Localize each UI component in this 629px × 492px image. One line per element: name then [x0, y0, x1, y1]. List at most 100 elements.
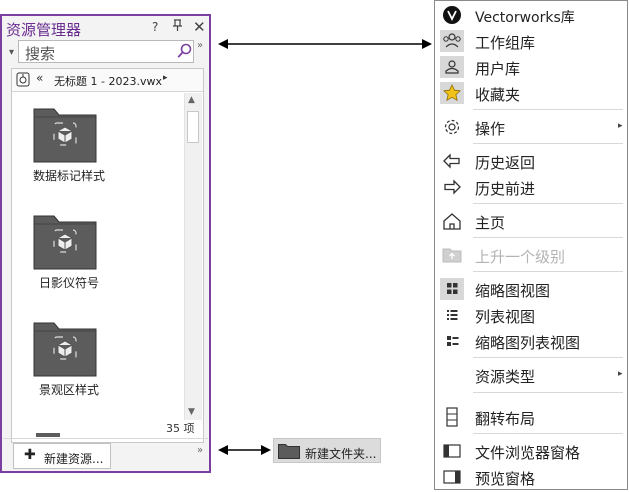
new-resource-label: 新建资源...: [44, 452, 104, 466]
menu-item-label: 操作: [475, 120, 506, 138]
scrollbar-thumb[interactable]: [187, 111, 199, 143]
menu-item-thumbnail-list-view[interactable]: 缩略图列表视图: [435, 328, 627, 354]
menu-separator: [473, 271, 623, 272]
file-name[interactable]: 无标题 1 - 2023.vwx: [54, 73, 162, 89]
palette-context-menu: Vectorworks库 工作组库 用户库 收藏夹 操作 ▸ 历史返回 历史前进…: [434, 0, 628, 490]
resource-folder-item[interactable]: 日影仪符号: [9, 202, 129, 302]
menu-item-user-library[interactable]: 用户库: [435, 54, 627, 80]
overflow-chevron-icon[interactable]: »: [197, 445, 203, 456]
scroll-up-icon[interactable]: ▲: [188, 95, 195, 105]
right-pane-icon: [440, 466, 464, 488]
resource-manager-palette: 资源管理器 ? ✕ ▾ 搜索 » « 无标题 1 - 2023.vwx ▸ 数据…: [0, 14, 211, 473]
gear-icon: [440, 116, 464, 138]
menu-item-list-view[interactable]: 列表视图: [435, 302, 627, 328]
menu-item-label: 列表视图: [475, 308, 536, 326]
menu-item-label: Vectorworks库: [475, 10, 575, 26]
vectorworks-logo-icon: [440, 4, 464, 26]
menu-separator: [473, 109, 623, 110]
new-folder-label: 新建文件夹...: [305, 447, 377, 461]
thumbnail-list-icon: [440, 330, 464, 352]
folder-icon: [33, 322, 97, 377]
home-icon: [440, 210, 464, 232]
resource-folder-label: 数据标记样式: [32, 169, 105, 183]
folder-icon-partial: [36, 433, 60, 437]
pin-button[interactable]: [173, 19, 182, 34]
new-folder-button[interactable]: 新建文件夹...: [273, 438, 381, 463]
double-arrow-icon: [218, 445, 271, 455]
menu-item-label: 翻转布局: [475, 410, 536, 428]
file-path-bar: « 无标题 1 - 2023.vwx ▸: [12, 69, 203, 92]
folder-icon: [33, 215, 97, 270]
palette-title: 资源管理器: [6, 21, 82, 39]
file-icon[interactable]: [16, 72, 30, 87]
arrow-right-icon: [440, 176, 464, 198]
menu-item-label: 上升一个级别: [475, 248, 566, 266]
search-placeholder: 搜索: [25, 45, 56, 63]
menu-item-file-browser-pane[interactable]: 文件浏览器窗格: [435, 438, 627, 464]
search-icon[interactable]: [177, 43, 192, 59]
menu-item-preview-pane[interactable]: 预览窗格: [435, 464, 627, 490]
thumbnail-grid-icon: [440, 278, 464, 300]
menu-item-label: 预览窗格: [475, 470, 536, 488]
new-resource-button[interactable]: ✚ 新建资源...: [13, 443, 111, 469]
caret-down-icon[interactable]: ▾: [9, 47, 14, 58]
user-icon: [440, 56, 464, 78]
menu-separator: [473, 392, 623, 393]
folder-up-icon: [440, 244, 464, 266]
arrow-left-icon: [440, 150, 464, 172]
resource-folder-item[interactable]: 数据标记样式: [9, 95, 129, 195]
flip-layout-icon: [440, 406, 464, 428]
resource-folder-item[interactable]: 景观区样式: [9, 309, 129, 409]
menu-item-label: 历史返回: [475, 154, 536, 172]
menu-item-label: 收藏夹: [475, 86, 521, 104]
item-count: 35 项: [166, 422, 195, 435]
search-field[interactable]: 搜索: [18, 40, 194, 63]
menu-item-home[interactable]: 主页: [435, 208, 627, 234]
menu-item-resource-type[interactable]: 资源类型 ▸: [435, 362, 627, 388]
menu-separator: [473, 433, 623, 434]
back-arrow-icon[interactable]: «: [36, 71, 43, 85]
workgroup-icon: [440, 30, 464, 52]
menu-separator: [473, 203, 623, 204]
divider: [3, 438, 208, 439]
menu-separator: [473, 143, 623, 144]
overflow-chevron-icon[interactable]: »: [197, 40, 203, 51]
menu-item-label: 缩略图视图: [475, 282, 551, 300]
menu-item-workgroup-library[interactable]: 工作组库: [435, 28, 627, 54]
folder-icon: [278, 444, 300, 459]
list-icon: [440, 304, 464, 326]
scroll-down-icon[interactable]: ▼: [188, 407, 195, 417]
menu-item-label: 历史前进: [475, 180, 536, 198]
resource-folder-label: 景观区样式: [38, 383, 99, 397]
menu-separator: [473, 357, 623, 358]
menu-item-label: 资源类型: [475, 368, 536, 386]
menu-item-label: 工作组库: [475, 34, 536, 52]
menu-separator: [473, 237, 623, 238]
menu-item-label: 主页: [475, 214, 506, 232]
left-pane-icon: [440, 440, 464, 462]
menu-item-history-back[interactable]: 历史返回: [435, 148, 627, 174]
double-arrow-icon: [218, 39, 432, 49]
menu-item-flip-layout[interactable]: 翻转布局: [435, 404, 627, 430]
forward-arrow-icon[interactable]: ▸: [163, 73, 168, 83]
help-button[interactable]: ?: [152, 20, 158, 34]
menu-item-history-forward[interactable]: 历史前进: [435, 174, 627, 200]
menu-item-up-one-level[interactable]: 上升一个级别: [435, 242, 627, 268]
menu-item-label: 文件浏览器窗格: [475, 444, 581, 462]
close-button[interactable]: ✕: [193, 18, 206, 36]
submenu-arrow-icon: ▸: [618, 121, 623, 131]
vertical-scrollbar[interactable]: ▲ ▼: [184, 93, 202, 420]
folder-icon: [33, 108, 97, 163]
menu-item-thumbnail-view[interactable]: 缩略图视图: [435, 276, 627, 302]
menu-item-label: 用户库: [475, 60, 521, 78]
star-icon: [440, 82, 464, 104]
submenu-arrow-icon: ▸: [618, 369, 623, 379]
menu-item-actions[interactable]: 操作 ▸: [435, 114, 627, 140]
resource-list: « 无标题 1 - 2023.vwx ▸ 数据标记样式 日影仪符号 景观区样式 …: [11, 68, 204, 443]
menu-item-favorites[interactable]: 收藏夹: [435, 80, 627, 106]
pin-icon: [173, 19, 182, 31]
plus-icon: ✚: [24, 447, 36, 463]
menu-item-vectorworks-library[interactable]: Vectorworks库: [435, 2, 627, 28]
resource-folder-label: 日影仪符号: [38, 276, 99, 290]
menu-item-label: 缩略图列表视图: [475, 334, 581, 352]
